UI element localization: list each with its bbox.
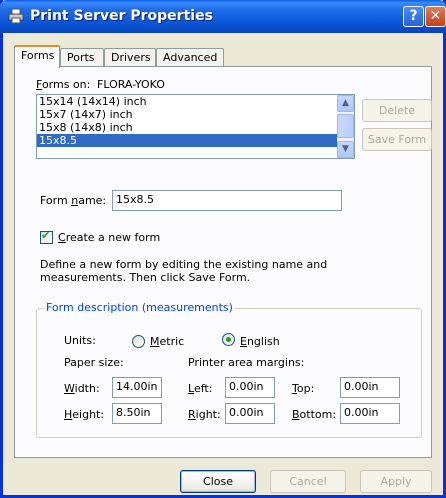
cancel-button[interactable]: Cancel <box>270 470 346 493</box>
delete-button-label: Delete <box>378 104 416 117</box>
tab-advanced-label: Advanced <box>163 51 218 64</box>
create-new-form-checkbox[interactable] <box>40 229 53 244</box>
printer-icon <box>8 8 24 24</box>
list-item[interactable]: 15x14 (14x14) inch <box>37 95 354 108</box>
top-label: Top: <box>292 382 315 395</box>
top-margin-input[interactable]: 0.00in <box>340 377 400 398</box>
scroll-down-icon[interactable]: ▼ <box>337 141 354 158</box>
right-margin-input[interactable]: 0.00in <box>225 403 275 424</box>
english-label[interactable]: English <box>240 335 280 348</box>
metric-radio[interactable] <box>132 335 145 348</box>
cancel-button-label: Cancel <box>289 475 327 488</box>
save-form-button-label: Save Form <box>367 133 427 146</box>
list-item[interactable]: 15x7 (14x7) inch <box>37 108 354 121</box>
info-text-line1: Define a new form by editing the existin… <box>40 258 328 271</box>
tab-ports-label: Ports <box>67 51 95 64</box>
forms-on-label: Forms on: <box>36 78 91 91</box>
apply-button-label: Apply <box>380 475 412 488</box>
height-input[interactable]: 8.50in <box>112 403 162 424</box>
window-title: Print Server Properties <box>30 8 213 24</box>
bottom-label: Bottom: <box>292 408 337 421</box>
help-icon[interactable]: ? <box>403 6 424 27</box>
close-icon[interactable]: ✕ <box>425 6 446 27</box>
margins-label: Printer area margins: <box>188 356 305 369</box>
height-label: Height: <box>64 408 105 421</box>
english-radio[interactable] <box>222 333 235 346</box>
left-margin-input[interactable]: 0.00in <box>225 377 275 398</box>
tab-ports[interactable]: Ports <box>60 48 104 67</box>
tab-drivers[interactable]: Drivers <box>104 48 156 67</box>
metric-label[interactable]: Metric <box>150 335 184 348</box>
list-item[interactable]: 15x8 (14x8) inch <box>37 121 354 134</box>
server-name: FLORA-YOKO <box>97 78 165 91</box>
save-form-button[interactable]: Save Form <box>362 128 432 151</box>
paper-size-label: Paper size: <box>64 356 124 369</box>
delete-button[interactable]: Delete <box>362 99 432 122</box>
width-input[interactable]: 14.00in <box>112 377 162 398</box>
right-label: Right: <box>188 408 221 421</box>
create-new-form-label[interactable]: Create a new form <box>58 231 160 244</box>
scroll-thumb[interactable] <box>337 114 354 138</box>
form-name-label: Form name: <box>40 194 107 207</box>
close-button[interactable]: Close <box>180 470 256 493</box>
scroll-up-icon[interactable]: ▲ <box>337 95 354 112</box>
bottom-margin-input[interactable]: 0.00in <box>340 403 400 424</box>
form-description-title: Form description (measurements) <box>44 301 235 314</box>
tab-advanced[interactable]: Advanced <box>156 48 224 67</box>
close-button-label: Close <box>203 475 233 488</box>
tab-drivers-label: Drivers <box>111 51 151 64</box>
form-name-input[interactable]: 15x8.5 <box>112 190 342 211</box>
width-label: Width: <box>64 382 100 395</box>
left-label: Left: <box>188 382 213 395</box>
tab-forms-label: Forms <box>21 49 55 62</box>
tab-forms[interactable]: Forms <box>14 45 60 68</box>
info-text-line2: measurements. Then click Save Form. <box>40 271 251 284</box>
list-item-selected[interactable]: 15x8.5 <box>37 134 354 147</box>
list-scrollbar[interactable]: ▲ ▼ <box>337 95 354 158</box>
apply-button[interactable]: Apply <box>360 470 432 493</box>
forms-list[interactable]: 15x14 (14x14) inch 15x7 (14x7) inch 15x8… <box>36 94 355 159</box>
units-label: Units: <box>64 334 96 347</box>
title-bar[interactable]: Print Server Properties ? ✕ <box>0 0 446 33</box>
